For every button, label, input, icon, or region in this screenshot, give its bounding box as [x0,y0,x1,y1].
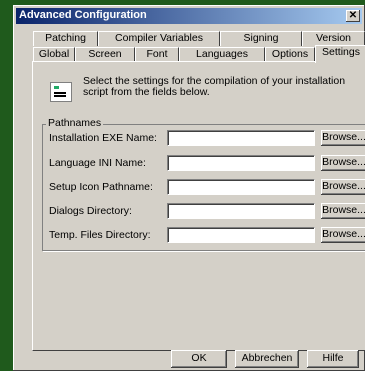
temp-files-directory-label: Temp. Files Directory: [49,229,151,241]
cancel-button[interactable]: Abbrechen [235,350,299,368]
pathnames-group-label: Pathnames [46,117,104,129]
dialogs-directory-label: Dialogs Directory: [49,205,132,217]
temp-files-directory-browse-button[interactable]: Browse... [321,227,365,243]
dialogs-directory-input[interactable] [167,203,315,219]
language-ini-name-input[interactable] [167,155,315,171]
setup-icon-browse-button[interactable]: Browse... [321,179,365,195]
tab-patching[interactable]: Patching [33,31,98,46]
ok-button[interactable]: OK [171,350,227,368]
installation-exe-browse-button[interactable]: Browse... [321,130,365,146]
tab-version[interactable]: Version [302,31,365,46]
tab-global[interactable]: Global [33,47,75,62]
title-bar[interactable]: Advanced Configuration ✕ [16,8,362,24]
tab-settings[interactable]: Settings [315,45,365,63]
setup-icon-pathname-label: Setup Icon Pathname: [49,181,153,193]
tab-options[interactable]: Options [265,47,315,62]
dialogs-directory-browse-button[interactable]: Browse... [321,203,365,219]
window-title: Advanced Configuration [19,9,147,21]
setup-icon-pathname-input[interactable] [167,179,315,195]
tab-screen[interactable]: Screen [75,47,135,62]
settings-list-icon [50,82,72,102]
tab-font[interactable]: Font [135,47,179,62]
tab-languages[interactable]: Languages [179,47,265,62]
tab-row-back: Patching Compiler Variables Signing Vers… [33,31,365,46]
tab-compiler-variables[interactable]: Compiler Variables [98,31,220,46]
settings-description: Select the settings for the compilation … [83,75,346,98]
advanced-configuration-dialog: Advanced Configuration ✕ Patching Compil… [13,5,365,371]
tab-row-front: Global Screen Font Languages Options Set… [33,45,365,63]
installation-exe-name-label: Installation EXE Name: [49,132,157,144]
close-icon: ✕ [348,10,358,21]
help-button[interactable]: Hilfe [307,350,359,368]
settings-panel: Select the settings for the compilation … [32,61,365,351]
installation-exe-name-input[interactable] [167,130,315,146]
language-ini-name-label: Language INI Name: [49,157,146,169]
language-ini-browse-button[interactable]: Browse... [321,155,365,171]
tab-signing[interactable]: Signing [220,31,302,46]
temp-files-directory-input[interactable] [167,227,315,243]
close-button[interactable]: ✕ [346,10,360,22]
